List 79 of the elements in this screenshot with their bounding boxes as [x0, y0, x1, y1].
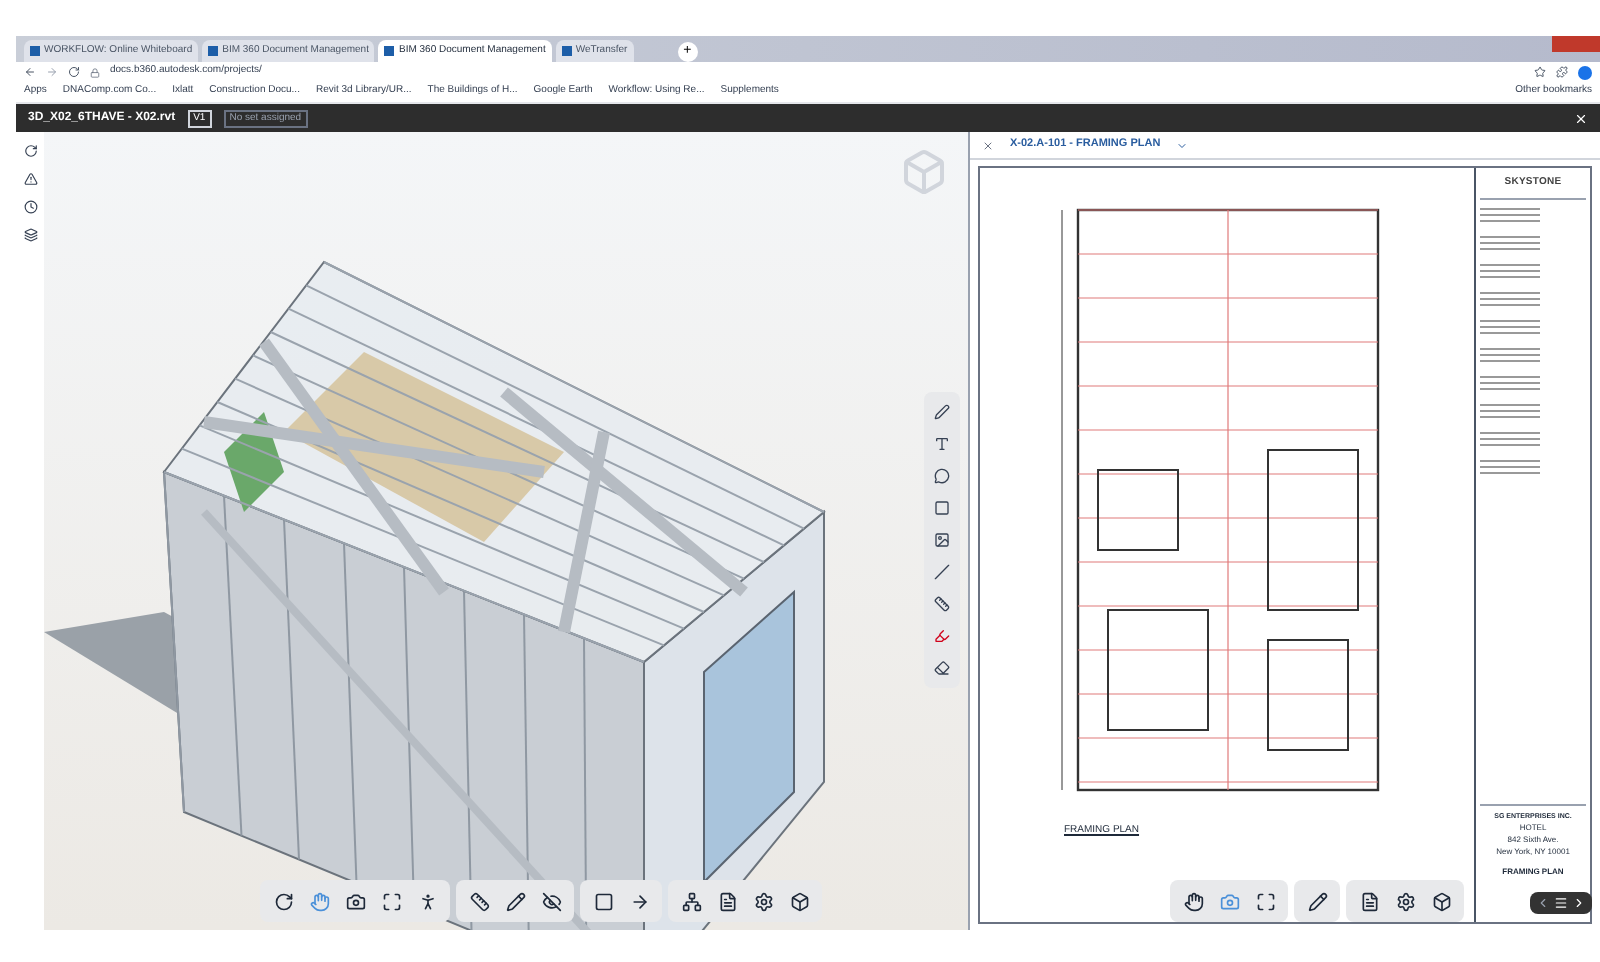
favicon-icon — [384, 46, 395, 56]
warning-icon[interactable] — [23, 172, 37, 186]
cube-icon — [789, 891, 809, 911]
rotate-button[interactable] — [270, 888, 296, 914]
rotate-icon — [273, 891, 293, 911]
pen-button[interactable] — [932, 402, 952, 422]
fit-view-button[interactable] — [378, 888, 404, 914]
document-icon — [1359, 891, 1379, 911]
section-box-icon — [593, 891, 613, 911]
reload-icon[interactable] — [68, 66, 80, 78]
hierarchy-button[interactable] — [678, 888, 704, 914]
cube-button[interactable] — [1428, 888, 1454, 914]
image-button[interactable] — [932, 530, 952, 550]
clock-icon[interactable] — [23, 200, 37, 214]
highlighter-icon — [934, 628, 950, 644]
cube-button[interactable] — [786, 888, 812, 914]
next-page-icon[interactable] — [1572, 896, 1586, 910]
hand-icon — [1183, 891, 1203, 911]
star-icon[interactable] — [1534, 66, 1546, 78]
layers-icon[interactable] — [23, 228, 37, 242]
ruler-icon — [934, 596, 950, 612]
camera-icon — [345, 891, 365, 911]
image-icon — [934, 532, 950, 548]
favicon-icon — [30, 46, 40, 56]
hierarchy-icon — [681, 891, 701, 911]
consultant-entry — [1480, 375, 1540, 391]
settings-icon — [1395, 891, 1415, 911]
consultant-entry — [1480, 347, 1540, 363]
consultant-entry — [1480, 235, 1540, 251]
pencil-button[interactable] — [1304, 888, 1330, 914]
consultant-entry — [1480, 431, 1540, 447]
page-list-icon[interactable] — [1554, 896, 1568, 910]
consultant-entry — [1480, 459, 1540, 475]
pen-icon — [934, 404, 950, 420]
consultant-entry — [1480, 207, 1540, 223]
callout-button[interactable] — [932, 466, 952, 486]
consultant-entry — [1480, 263, 1540, 279]
consultant-entry — [1480, 319, 1540, 335]
eraser-icon — [934, 660, 950, 676]
fit-view-icon — [1255, 891, 1275, 911]
section-box-button[interactable] — [590, 888, 616, 914]
consultant-entry — [1480, 291, 1540, 307]
favicon-icon — [208, 46, 219, 56]
document-icon — [717, 891, 737, 911]
eraser-button[interactable] — [932, 658, 952, 678]
settings-icon — [753, 891, 773, 911]
previous-page-icon[interactable] — [1536, 896, 1550, 910]
cube-icon — [1431, 891, 1451, 911]
ruler-button[interactable] — [466, 888, 492, 914]
hand-icon — [309, 891, 329, 911]
person-icon — [417, 891, 437, 911]
text-button[interactable] — [932, 434, 952, 454]
arrow-icon — [629, 891, 649, 911]
rectangle-button[interactable] — [932, 498, 952, 518]
eye-off-button[interactable] — [538, 888, 564, 914]
fit-view-icon — [381, 891, 401, 911]
fit-view-button[interactable] — [1252, 888, 1278, 914]
lock-icon — [90, 67, 100, 77]
line-button[interactable] — [932, 562, 952, 582]
hand-button[interactable] — [1180, 888, 1206, 914]
ruler-button[interactable] — [932, 594, 952, 614]
rectangle-icon — [934, 500, 950, 516]
camera-icon — [1219, 891, 1239, 911]
pencil-icon — [1307, 891, 1327, 911]
settings-button[interactable] — [750, 888, 776, 914]
favicon-icon — [561, 46, 572, 56]
text-icon — [934, 436, 950, 452]
back-icon[interactable] — [24, 66, 36, 78]
pencil-icon — [505, 891, 525, 911]
ruler-icon — [469, 891, 489, 911]
profile-avatar[interactable] — [1578, 65, 1592, 79]
callout-icon — [934, 468, 950, 484]
pencil-button[interactable] — [502, 888, 528, 914]
highlighter-button[interactable] — [932, 626, 952, 646]
consultant-entry — [1480, 403, 1540, 419]
settings-button[interactable] — [1392, 888, 1418, 914]
eye-off-icon — [541, 891, 561, 911]
line-icon — [934, 564, 950, 580]
extension-icon[interactable] — [1556, 66, 1568, 78]
